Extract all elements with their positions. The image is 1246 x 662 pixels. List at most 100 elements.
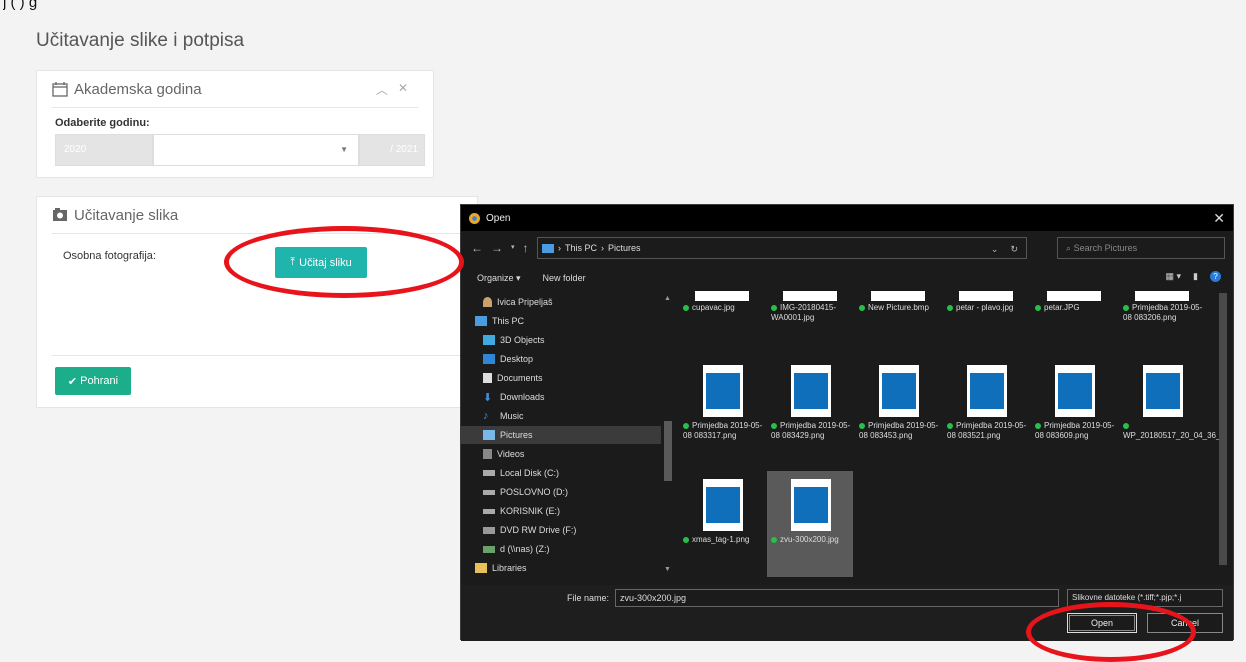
nav-item-libraries[interactable]: Libraries	[475, 559, 527, 577]
file-item[interactable]: petar - plavo.jpg	[943, 291, 1029, 351]
nav-item-label: Local Disk (C:)	[500, 468, 560, 478]
file-item[interactable]: New Picture.bmp	[855, 291, 941, 351]
forward-arrow-icon[interactable]: →	[491, 241, 503, 255]
file-label: Primjedba 2019-05-08 083453.png	[859, 421, 939, 440]
nav-item-label: Music	[500, 411, 524, 421]
file-name-label: File name:	[567, 593, 610, 603]
dialog-navigation-bar: ← → ▾ ↑ › This PC › Pictures ⌄ ↻ ⌕ Searc…	[461, 233, 1233, 263]
cropped-top-text: j ( ) g	[3, 0, 38, 10]
new-folder-button[interactable]: New folder	[543, 273, 586, 283]
nav-item-label: d (\\nas) (Z:)	[500, 544, 550, 554]
nav-item-videos[interactable]: Videos	[483, 445, 524, 463]
back-arrow-icon[interactable]: ←	[471, 241, 483, 255]
up-arrow-icon[interactable]: ↑	[523, 241, 529, 255]
sync-status-icon	[1035, 422, 1041, 429]
sync-status-icon	[771, 422, 777, 429]
address-pictures[interactable]: Pictures	[608, 243, 641, 253]
sync-status-icon	[683, 536, 689, 543]
preview-pane-icon[interactable]: ▮	[1193, 271, 1198, 282]
year-select[interactable]: ▼	[153, 134, 359, 166]
sync-status-icon	[859, 304, 865, 311]
nav-item-network-z[interactable]: d (\\nas) (Z:)	[483, 540, 550, 558]
nav-item-label: Videos	[497, 449, 525, 459]
file-item[interactable]: petar.JPG	[1031, 291, 1117, 351]
nav-item-korisnik-e[interactable]: KORISNIK (E:)	[483, 502, 560, 520]
nav-item-pictures[interactable]: Pictures	[461, 426, 661, 444]
view-options-icon[interactable]: ▦ ▾	[1166, 271, 1182, 282]
scrollbar-thumb[interactable]	[1219, 293, 1227, 565]
image-file-icon	[794, 487, 828, 523]
document-icon	[483, 373, 492, 383]
recent-locations-icon[interactable]: ▾	[511, 241, 515, 255]
file-item[interactable]: Primjedba 2019-05-08 083317.png	[679, 361, 765, 461]
file-item[interactable]: WP_20180517_20_04_36_Pro.jpg	[1119, 361, 1219, 461]
image-thumbnail	[791, 479, 831, 531]
network-drive-icon	[483, 545, 495, 553]
file-name-input[interactable]: zvu-300x200.jpg	[615, 589, 1059, 607]
file-item-selected[interactable]: zvu-300x200.jpg	[767, 471, 853, 577]
sync-status-icon	[947, 304, 953, 311]
save-button[interactable]: ✔ Pohrani	[55, 367, 131, 395]
sync-status-icon	[683, 422, 689, 429]
organize-menu[interactable]: Organize ▾	[477, 273, 521, 284]
address-dropdown-icon[interactable]: ⌄	[991, 244, 999, 255]
file-item[interactable]: Primjedba 2019-05-08 083521.png	[943, 361, 1029, 461]
file-label: petar.JPG	[1035, 303, 1115, 313]
nav-item-desktop[interactable]: Desktop	[483, 350, 533, 368]
computer-icon	[475, 316, 487, 326]
scroll-down-icon[interactable]: ▼	[664, 566, 671, 573]
nav-item-this-pc[interactable]: This PC	[475, 312, 524, 330]
nav-item-user[interactable]: Ivica Pripeljaš	[483, 293, 553, 311]
page-title: Učitavanje slike i potpisa	[36, 30, 245, 51]
panel-tools: ︿ ✕	[376, 81, 408, 98]
nav-item-poslovno-d[interactable]: POSLOVNO (D:)	[483, 483, 568, 501]
file-label: Primjedba 2019-05-08 083206.png	[1123, 303, 1203, 322]
nav-item-label: This PC	[492, 316, 525, 326]
file-label: xmas_tag-1.png	[683, 535, 763, 545]
nav-item-label: Ivica Pripeljaš	[497, 297, 553, 307]
image-file-icon	[1146, 373, 1180, 409]
open-file-dialog: Open ✕ ← → ▾ ↑ › This PC › Pictures ⌄ ↻ …	[460, 204, 1234, 641]
dialog-toolbar: Organize ▾ New folder ▦ ▾ ▮ ?	[461, 267, 1233, 289]
nav-item-label: DVD RW Drive (F:)	[500, 525, 577, 535]
nav-item-label: KORISNIK (E:)	[500, 506, 561, 516]
file-item[interactable]: xmas_tag-1.png	[679, 475, 765, 575]
file-item[interactable]: IMG-20180415-WA0001.jpg	[767, 291, 853, 351]
panel-divider	[52, 355, 477, 356]
address-bar[interactable]: › This PC › Pictures ⌄ ↻	[537, 237, 1027, 259]
nav-item-dvd-drive-f[interactable]: DVD RW Drive (F:)	[483, 521, 576, 539]
nav-item-downloads[interactable]: ⬇ Downloads	[483, 388, 545, 406]
file-item[interactable]: Primjedba 2019-05-08 083429.png	[767, 361, 853, 461]
nav-item-music[interactable]: ♪ Music	[483, 407, 524, 425]
address-this-pc[interactable]: This PC	[565, 243, 597, 253]
scrollbar-thumb[interactable]	[664, 421, 672, 481]
navigation-scrollbar[interactable]: ▲ ▼	[661, 291, 675, 577]
sync-status-icon	[683, 304, 689, 311]
nav-item-local-disk-c[interactable]: Local Disk (C:)	[483, 464, 559, 482]
close-icon[interactable]: ✕	[398, 81, 408, 98]
film-icon	[483, 449, 492, 459]
sync-status-icon	[771, 304, 777, 311]
file-label: IMG-20180415-WA0001.jpg	[771, 303, 837, 322]
nav-item-3d-objects[interactable]: 3D Objects	[483, 331, 545, 349]
dialog-close-icon[interactable]: ✕	[1213, 210, 1225, 227]
sync-status-icon	[859, 422, 865, 429]
search-input[interactable]: ⌕ Search Pictures	[1057, 237, 1225, 259]
navigation-pane: Ivica Pripeljaš This PC 3D Objects Deskt…	[461, 291, 675, 577]
file-item[interactable]: cupavac.jpg	[679, 291, 765, 351]
nav-item-documents[interactable]: Documents	[483, 369, 543, 387]
file-list-scrollbar[interactable]	[1217, 291, 1229, 577]
drive-icon	[483, 470, 495, 476]
file-item[interactable]: Primjedba 2019-05-08 083206.png	[1119, 291, 1205, 351]
file-item[interactable]: Primjedba 2019-05-08 083609.png	[1031, 361, 1117, 461]
file-label: WP_20180517_20_04_36_Pro.jpg	[1123, 421, 1219, 441]
file-label: cupavac.jpg	[683, 303, 763, 313]
file-item[interactable]: Primjedba 2019-05-08 083453.png	[855, 361, 941, 461]
collapse-icon[interactable]: ︿	[376, 81, 388, 98]
help-icon[interactable]: ?	[1210, 271, 1221, 282]
image-thumbnail	[695, 291, 749, 301]
scroll-up-icon[interactable]: ▲	[664, 295, 671, 302]
refresh-icon[interactable]: ↻	[1010, 244, 1018, 255]
nav-item-label: 3D Objects	[500, 335, 545, 345]
image-file-icon	[970, 373, 1004, 409]
